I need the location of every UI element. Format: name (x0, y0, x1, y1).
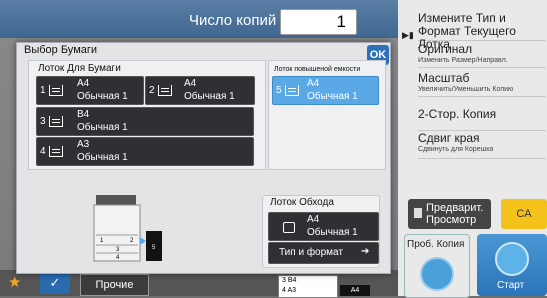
play-arrow-icon: ▶▮ (402, 30, 414, 40)
copies-input[interactable]: 1 (280, 9, 357, 35)
paper-tray-icon (49, 146, 63, 157)
paper-trays-label: Лоток Для Бумаги (38, 63, 121, 74)
tray-type: Обычная 1 (77, 122, 128, 133)
original-sub: Изменить Размер/Направл. (418, 57, 508, 64)
scale-sub: Увеличить/Уменьшить Копию (418, 86, 514, 93)
paper-tray-icon (285, 85, 299, 96)
tray-5-button[interactable]: 5 A4 Обычная 1 (272, 76, 379, 105)
dialog-title: Выбор Бумаги (24, 44, 98, 56)
machine-scanner (96, 195, 136, 205)
tray-type: Обычная 1 (77, 91, 128, 102)
bypass-tray-button[interactable]: A4 Обычная 1 (268, 212, 379, 241)
mini-output-size: A4 (340, 285, 370, 296)
margin-shift-item[interactable]: Сдвиг края Сдвинуть для Корешка (418, 132, 546, 159)
paper-tray-icon (49, 116, 63, 127)
feed-arrow-icon (140, 237, 146, 245)
proof-copy-icon (420, 257, 454, 291)
tray-number: 1 (40, 85, 46, 96)
star-icon[interactable]: ★ (8, 273, 21, 291)
margin-shift-sub: Сдвинуть для Корешка (418, 146, 494, 153)
scale-title: Масштаб (418, 71, 470, 85)
tray-type: Обычная 1 (77, 152, 128, 163)
copies-value: 1 (336, 12, 346, 31)
margin-shift-title: Сдвиг края (418, 131, 480, 145)
tray-size: A4 (184, 78, 197, 89)
duplex-title: 2-Стор. Копия (418, 107, 497, 121)
paper-type-size-item[interactable]: Измените Тип и Формат Текущего Лотка (418, 12, 546, 51)
tray-number: 2 (149, 85, 155, 96)
mini-tray-row: 4 A3 (282, 287, 297, 294)
arrow-right-icon: ➔ (361, 246, 370, 257)
mini-tray-status: 3 B4 4 A3 (278, 275, 338, 298)
tray-3-button[interactable]: 3 B4 Обычная 1 (36, 107, 254, 136)
start-icon (495, 242, 529, 276)
high-capacity-label: Лоток повышеной емкости (274, 66, 361, 73)
tray-size: A4 (307, 78, 320, 89)
tray-number: 5 (276, 85, 282, 96)
duplex-item[interactable]: 2-Стор. Копия (418, 108, 546, 131)
start-button[interactable]: Старт (477, 234, 547, 296)
ca-button[interactable]: CA (501, 199, 547, 229)
type-and-size-label: Тип и формат (279, 247, 343, 258)
tray-size: B4 (77, 109, 90, 120)
paper-tray-icon (49, 85, 63, 96)
scale-item[interactable]: Масштаб Увеличить/Уменьшить Копию (418, 72, 546, 97)
paper-tray-icon (158, 85, 172, 96)
tray-size: A4 (307, 214, 320, 225)
other-button[interactable]: Прочие (80, 274, 149, 296)
tray-type: Обычная 1 (307, 91, 358, 102)
checkmark-icon[interactable]: ✓ (40, 272, 70, 294)
start-label: Старт (497, 280, 525, 291)
tray-1-button[interactable]: 1 A4 Обычная 1 (36, 76, 144, 105)
tray-type: Обычная 1 (184, 91, 235, 102)
copies-label: Число копий (189, 12, 277, 29)
tray-number: 3 (40, 116, 46, 127)
proof-copy-button[interactable]: Проб. Копия (404, 234, 470, 298)
tray-size: A4 (77, 78, 90, 89)
tray-number: 4 (40, 146, 46, 157)
proof-copy-label: Проб. Копия (407, 239, 465, 250)
preview-label: Предварит. Просмотр (426, 202, 484, 226)
tray-size: A3 (77, 139, 90, 150)
preview-icon (414, 208, 422, 218)
tray-4-button[interactable]: 4 A3 Обычная 1 (36, 137, 254, 166)
mini-tray-row: 3 B4 (282, 277, 297, 284)
bypass-tray-icon (283, 222, 295, 233)
preview-button[interactable]: Предварит. Просмотр (408, 199, 491, 229)
tray-type: Обычная 1 (307, 227, 358, 238)
tray-2-button[interactable]: 2 A4 Обычная 1 (145, 76, 255, 105)
original-item[interactable]: Оригинал Изменить Размер/Направл. (418, 43, 546, 68)
type-and-size-button[interactable]: Тип и формат ➔ (268, 242, 379, 264)
copier-illustration: 1 2 3 4 5 (93, 195, 162, 262)
original-title: Оригинал (418, 42, 473, 56)
bypass-label: Лоток Обхода (270, 197, 334, 208)
